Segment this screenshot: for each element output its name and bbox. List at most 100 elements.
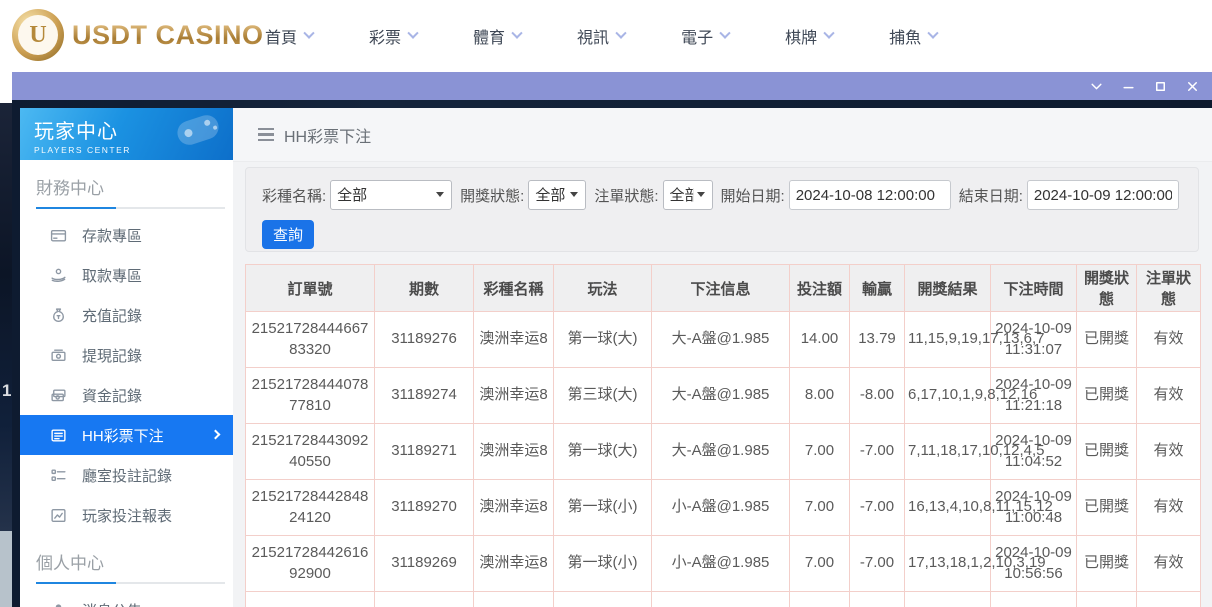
table-cell: 31189270 bbox=[375, 480, 474, 536]
table-cell: 大-A盤@1.985 bbox=[652, 368, 790, 424]
screen: U USDT CASINO 首頁 彩票 體育 視訊 電子 棋牌 捕魚 1 玩家中心 PLAY… bbox=[0, 0, 1212, 607]
sidebar-subtitle: PLAYERS CENTER bbox=[34, 145, 233, 155]
sidebar-menu: 財務中心存款專區取款專區充值記錄提現記錄資金記錄HH彩票下注廳室投註記錄玩家投注… bbox=[20, 174, 233, 607]
chevron-down-icon bbox=[927, 28, 938, 39]
sidebar-item[interactable]: 提現記錄 bbox=[20, 335, 233, 375]
table-cell: 31189276 bbox=[375, 312, 474, 368]
table-cell: 2152172844309240550 bbox=[246, 424, 375, 480]
table-cell: 31189274 bbox=[375, 368, 474, 424]
date-input[interactable] bbox=[1027, 180, 1179, 210]
bets-table: 訂單號期數彩種名稱玩法下注信息投注額輸贏開獎結果下注時間開獎狀態注單狀態 215… bbox=[245, 264, 1201, 607]
chevron-right-icon bbox=[211, 430, 221, 440]
close-icon[interactable] bbox=[1185, 79, 1200, 94]
sidebar-header: 玩家中心 PLAYERS CENTER bbox=[20, 108, 233, 160]
message-icon bbox=[50, 602, 67, 607]
window-controls bbox=[1089, 72, 1200, 100]
brand-name: USDT CASINO bbox=[72, 20, 264, 51]
sidebar-item[interactable]: HH彩票下注 bbox=[20, 415, 233, 455]
nav-item-0[interactable]: 首頁 bbox=[265, 24, 313, 48]
filter-label: 彩種名稱: bbox=[262, 185, 326, 206]
table-cell: -7.00 bbox=[850, 536, 905, 592]
window-titlebar bbox=[12, 72, 1212, 100]
withdraw-record-icon bbox=[50, 347, 67, 364]
collapse-icon[interactable] bbox=[1089, 79, 1104, 94]
table-row: 215217284446678332031189276澳洲幸运8第一球(大)大-… bbox=[246, 312, 1201, 368]
filter-select[interactable]: 全部 bbox=[330, 180, 452, 210]
deposit-card-icon bbox=[50, 227, 67, 244]
sidebar-item[interactable]: 資金記錄 bbox=[20, 375, 233, 415]
main-content: HH彩票下注 彩種名稱:全部開獎狀態:全部注單狀態:全部開始日期:結束日期: 查… bbox=[233, 108, 1212, 607]
nav-item-5[interactable]: 棋牌 bbox=[785, 24, 833, 48]
sidebar-item[interactable]: 玩家投注報表 bbox=[20, 495, 233, 535]
column-header: 彩種名稱 bbox=[474, 265, 554, 312]
nav-item-3[interactable]: 視訊 bbox=[577, 24, 625, 48]
section-divider bbox=[36, 582, 225, 584]
table-cell: 澳洲幸运8 bbox=[474, 424, 554, 480]
table-cell: 2152172844261692900 bbox=[246, 536, 375, 592]
table-cell: 11,15,9,19,17,13,6,7 bbox=[905, 312, 991, 368]
sidebar-item[interactable]: 充值記錄 bbox=[20, 295, 233, 335]
chevron-down-icon bbox=[615, 28, 626, 39]
table-cell: 已開獎 bbox=[1077, 480, 1137, 536]
table-cell: 7.00 bbox=[790, 480, 850, 536]
site-header: U USDT CASINO 首頁 彩票 體育 視訊 電子 棋牌 捕魚 bbox=[0, 0, 1212, 72]
filter-label: 開獎狀態: bbox=[460, 185, 524, 206]
sidebar: 玩家中心 PLAYERS CENTER 財務中心存款專區取款專區充值記錄提現記錄… bbox=[20, 108, 233, 607]
table-cell: 已開獎 bbox=[1077, 312, 1137, 368]
nav-item-2[interactable]: 體育 bbox=[473, 24, 521, 48]
table-cell: 2152172844407877810 bbox=[246, 368, 375, 424]
table-cell: 2152172844284824120 bbox=[246, 480, 375, 536]
room-bet-record-icon bbox=[50, 467, 67, 484]
column-header: 訂單號 bbox=[246, 265, 375, 312]
table-cell: 第一球(小) bbox=[554, 536, 652, 592]
sidebar-section-label: 財務中心 bbox=[36, 174, 233, 199]
minimize-icon[interactable] bbox=[1121, 79, 1136, 94]
sidebar-item[interactable]: 取款專區 bbox=[20, 255, 233, 295]
table-cell: 8.00 bbox=[790, 368, 850, 424]
backdrop-strip: 1 bbox=[0, 103, 12, 531]
filter-label: 注單狀態: bbox=[594, 185, 658, 206]
chevron-down-icon bbox=[719, 28, 730, 39]
table-header-row: 訂單號期數彩種名稱玩法下注信息投注額輸贏開獎結果下注時間開獎狀態注單狀態 bbox=[246, 265, 1201, 312]
sidebar-section-label: 個人中心 bbox=[36, 549, 233, 574]
column-header: 開獎狀態 bbox=[1077, 265, 1137, 312]
nav-item-4[interactable]: 電子 bbox=[681, 24, 729, 48]
usdt-logo-icon: U bbox=[12, 9, 64, 61]
sidebar-item[interactable]: 存款專區 bbox=[20, 215, 233, 255]
table-row-partial bbox=[246, 592, 1201, 607]
filter-label: 開始日期: bbox=[721, 185, 785, 206]
filter-select[interactable]: 全部 bbox=[663, 180, 713, 210]
sidebar-item[interactable]: 廳室投註記錄 bbox=[20, 455, 233, 495]
filter-select[interactable]: 全部 bbox=[528, 180, 586, 210]
main-nav: 首頁 彩票 體育 視訊 電子 棋牌 捕魚 bbox=[265, 0, 937, 72]
chevron-down-icon bbox=[511, 28, 522, 39]
column-header: 開獎結果 bbox=[905, 265, 991, 312]
nav-item-1[interactable]: 彩票 bbox=[369, 24, 417, 48]
search-button[interactable]: 查詢 bbox=[262, 220, 314, 249]
date-input[interactable] bbox=[789, 180, 951, 210]
table-cell: 已開獎 bbox=[1077, 368, 1137, 424]
column-header: 下注時間 bbox=[991, 265, 1077, 312]
table-cell: 小-A盤@1.985 bbox=[652, 536, 790, 592]
logo-letter: U bbox=[29, 22, 46, 49]
table-cell: 31189269 bbox=[375, 536, 474, 592]
hamburger-icon[interactable] bbox=[258, 128, 274, 142]
nav-item-6[interactable]: 捕魚 bbox=[889, 24, 937, 48]
table-cell: 已開獎 bbox=[1077, 536, 1137, 592]
table-row: 215217284426169290031189269澳洲幸运8第一球(小)小-… bbox=[246, 536, 1201, 592]
column-header: 投注額 bbox=[790, 265, 850, 312]
table-cell: 2152172844466783320 bbox=[246, 312, 375, 368]
maximize-icon[interactable] bbox=[1153, 79, 1168, 94]
table-cell: 有效 bbox=[1137, 536, 1201, 592]
table-cell: 17,13,18,1,2,10,3,19 bbox=[905, 536, 991, 592]
table-cell: 小-A盤@1.985 bbox=[652, 480, 790, 536]
table-cell: 已開獎 bbox=[1077, 424, 1137, 480]
column-header: 玩法 bbox=[554, 265, 652, 312]
funds-record-icon bbox=[50, 387, 67, 404]
sidebar-item[interactable]: 消息公告 bbox=[20, 590, 233, 607]
table-cell: 澳洲幸运8 bbox=[474, 368, 554, 424]
table-cell: 第三球(大) bbox=[554, 368, 652, 424]
chevron-down-icon bbox=[407, 28, 418, 39]
app-window: 玩家中心 PLAYERS CENTER 財務中心存款專區取款專區充值記錄提現記錄… bbox=[12, 72, 1212, 607]
chevron-down-icon bbox=[823, 28, 834, 39]
